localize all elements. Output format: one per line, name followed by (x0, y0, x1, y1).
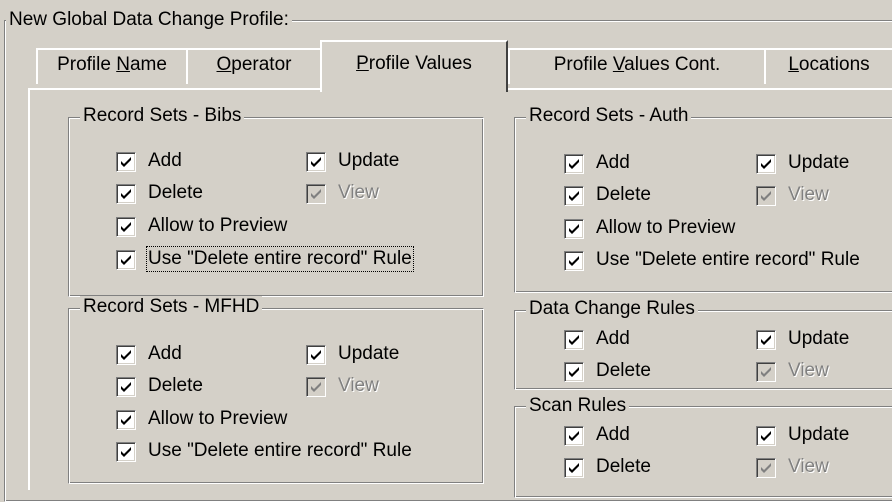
tab-profile-name[interactable]: Profile Name (36, 48, 188, 84)
dcr-delete-label: Delete (596, 360, 651, 381)
scan-update-checkbox[interactable] (756, 426, 776, 446)
tab-label-post: perator (231, 54, 292, 75)
bibs-preview-label: Allow to Preview (148, 215, 288, 236)
scan-view-label: View (788, 456, 829, 477)
auth-rule-checkbox[interactable] (564, 251, 584, 271)
tab-label-post: alues Cont. (624, 54, 721, 75)
tab-label-post: ocations (798, 54, 870, 75)
tab-label-mnemonic: O (216, 54, 232, 75)
scan-delete-label: Delete (596, 456, 651, 477)
auth-delete-checkbox[interactable] (564, 186, 584, 206)
auth-add-checkbox[interactable] (564, 154, 584, 174)
tab-label-pre: Profile (553, 54, 613, 75)
mfhd-update-checkbox[interactable] (306, 345, 326, 365)
auth-preview-label: Allow to Preview (596, 217, 736, 238)
tab-label-post: rofile Values (368, 53, 472, 74)
mfhd-add-checkbox[interactable] (116, 345, 136, 365)
dcr-view-label: View (788, 360, 829, 381)
scan-delete-checkbox[interactable] (564, 458, 584, 478)
dcr-add-label: Add (596, 328, 630, 349)
mfhd-delete-label: Delete (148, 375, 203, 396)
dcr-update-checkbox[interactable] (756, 330, 776, 350)
tab-operator[interactable]: Operator (186, 48, 322, 84)
mfhd-view-label: View (338, 375, 379, 396)
group-record-sets-bibs (68, 117, 484, 297)
auth-rule-label: Use "Delete entire record" Rule (596, 249, 860, 270)
group-title: Record Sets - MFHD (80, 296, 263, 318)
bibs-view-checkbox (306, 184, 326, 204)
group-title: Record Sets - Auth (526, 105, 692, 127)
mfhd-rule-checkbox[interactable] (116, 442, 136, 462)
tab-label-mnemonic: V (612, 54, 625, 75)
group-title: Data Change Rules (526, 298, 698, 320)
tab-label-mnemonic: L (788, 54, 799, 75)
scan-add-label: Add (596, 424, 630, 445)
tab-label-mnemonic: P (356, 53, 369, 74)
bibs-delete-label: Delete (148, 182, 203, 203)
auth-delete-label: Delete (596, 184, 651, 205)
mfhd-preview-label: Allow to Preview (148, 408, 288, 429)
tab-profile-values-cont[interactable]: Profile Values Cont. (508, 48, 766, 84)
mfhd-add-label: Add (148, 343, 182, 364)
auth-view-checkbox (756, 186, 776, 206)
mfhd-delete-checkbox[interactable] (116, 377, 136, 397)
auth-view-label: View (788, 184, 829, 205)
mfhd-preview-checkbox[interactable] (116, 410, 136, 430)
tab-locations[interactable]: Locations (764, 48, 892, 84)
group-title: Record Sets - Bibs (80, 105, 245, 127)
group-title: Scan Rules (526, 395, 630, 417)
mfhd-update-label: Update (338, 343, 400, 364)
auth-add-label: Add (596, 152, 630, 173)
bibs-rule-checkbox[interactable] (116, 250, 136, 270)
dcr-view-checkbox (756, 362, 776, 382)
auth-update-label: Update (788, 152, 850, 173)
dcr-add-checkbox[interactable] (564, 330, 584, 350)
auth-update-checkbox[interactable] (756, 154, 776, 174)
tab-label-mnemonic: N (116, 54, 130, 75)
scan-add-checkbox[interactable] (564, 426, 584, 446)
scan-update-label: Update (788, 424, 850, 445)
bibs-preview-checkbox[interactable] (116, 217, 136, 237)
bibs-add-checkbox[interactable] (116, 152, 136, 172)
bibs-rule-label: Use "Delete entire record" Rule (146, 246, 414, 272)
dcr-delete-checkbox[interactable] (564, 362, 584, 382)
tab-profile-values[interactable]: Profile Values (320, 40, 508, 92)
group-scan-rules (514, 406, 892, 498)
auth-preview-checkbox[interactable] (564, 219, 584, 239)
mfhd-view-checkbox (306, 377, 326, 397)
bibs-view-label: View (338, 182, 379, 203)
bibs-add-label: Add (148, 150, 182, 171)
scan-view-checkbox (756, 458, 776, 478)
profile-frame-title: New Global Data Change Profile: (6, 9, 292, 31)
bibs-update-label: Update (338, 150, 400, 171)
bibs-delete-checkbox[interactable] (116, 184, 136, 204)
tab-label-post: ame (129, 54, 167, 75)
dcr-update-label: Update (788, 328, 850, 349)
mfhd-rule-label: Use "Delete entire record" Rule (148, 440, 412, 461)
tab-label-pre: Profile (57, 54, 117, 75)
bibs-update-checkbox[interactable] (306, 152, 326, 172)
